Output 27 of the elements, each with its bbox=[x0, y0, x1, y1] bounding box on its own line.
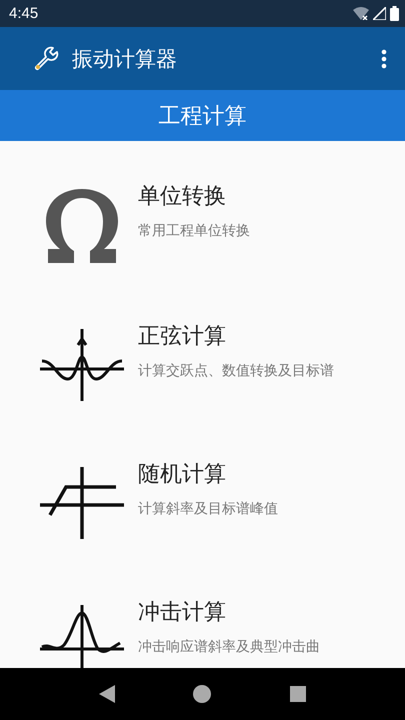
more-icon bbox=[381, 48, 387, 68]
item-title: 随机计算 bbox=[138, 461, 227, 489]
sine-wave-icon bbox=[40, 329, 124, 401]
menu-item[interactable]: 冲击计算 冲击响应谱斜率及典型冲击曲 bbox=[0, 597, 405, 668]
app-title: 振动计算器 bbox=[72, 46, 178, 72]
item-title: 单位转换 bbox=[138, 183, 227, 211]
item-description: 冲击响应谱斜率及典型冲击曲 bbox=[138, 638, 321, 657]
recents-icon[interactable] bbox=[290, 686, 306, 702]
battery-icon bbox=[390, 6, 399, 21]
status-time: 4:45 bbox=[9, 5, 38, 22]
section-title: 工程计算 bbox=[158, 102, 246, 130]
back-icon[interactable] bbox=[99, 685, 116, 703]
item-description: 计算斜率及目标谱峰值 bbox=[138, 500, 279, 519]
item-description: 常用工程单位转换 bbox=[138, 222, 251, 241]
omega-icon bbox=[46, 189, 118, 263]
item-description: 计算交跃点、数值转换及目标谱 bbox=[138, 362, 335, 381]
signal-icon bbox=[373, 7, 386, 20]
wifi-off-icon bbox=[353, 7, 369, 20]
home-icon[interactable] bbox=[193, 685, 212, 703]
menu-item[interactable]: 单位转换 常用工程单位转换 bbox=[0, 181, 405, 263]
menu-item[interactable]: 随机计算 计算斜率及目标谱峰值 bbox=[0, 459, 405, 539]
wrench-icon bbox=[32, 44, 60, 72]
pulse-graph-icon bbox=[40, 605, 124, 668]
menu-item[interactable]: 正弦计算 计算交跃点、数值转换及目标谱 bbox=[0, 321, 405, 401]
slope-graph-icon bbox=[40, 467, 124, 539]
item-title: 冲击计算 bbox=[138, 599, 227, 627]
item-title: 正弦计算 bbox=[138, 323, 227, 351]
